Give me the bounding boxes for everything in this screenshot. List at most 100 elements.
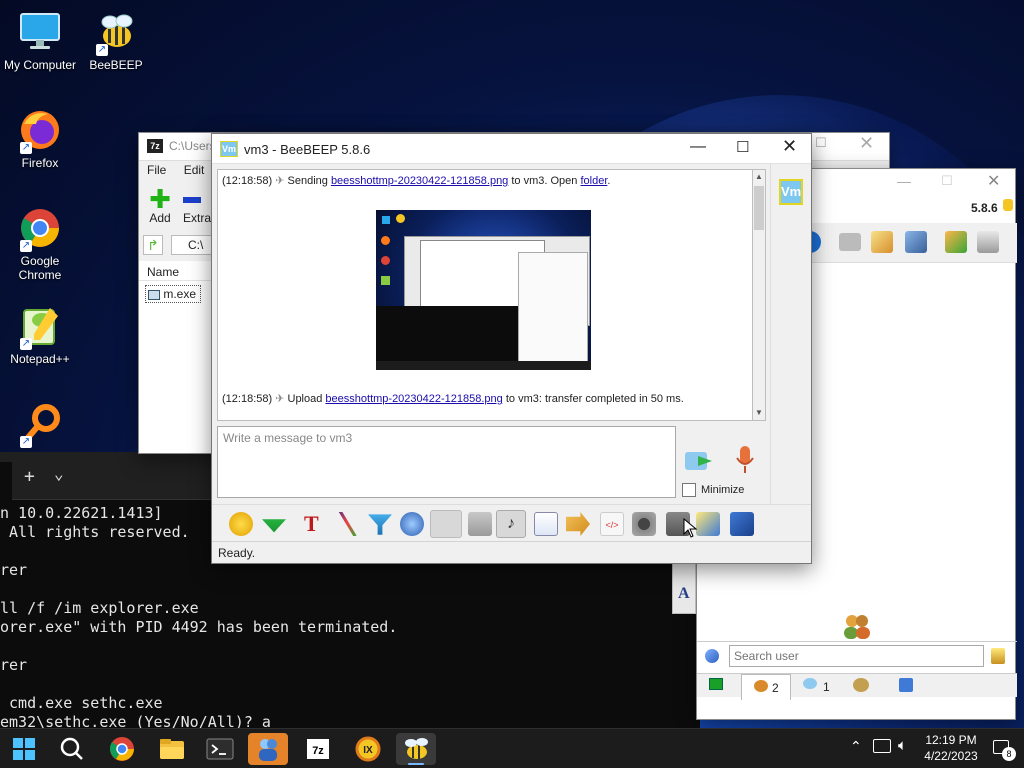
- screenshot-icon[interactable]: [632, 512, 656, 536]
- taskbar-chrome-icon[interactable]: [102, 733, 142, 765]
- desktop-icon-label: BeeBEEP: [89, 58, 143, 72]
- minimize-icon[interactable]: —: [897, 173, 911, 189]
- maximize-icon[interactable]: ☐: [815, 135, 827, 151]
- beebeep-chat-window[interactable]: Vm vm3 - BeeBEEP 5.8.6 — ☐ ✕ (12:18:58) …: [211, 133, 812, 564]
- message-text: to vm3: transfer completed in 50 ms.: [505, 393, 684, 405]
- 7zip-menu-bar: File Edit: [147, 163, 218, 177]
- message-history[interactable]: (12:18:58) ✈ Sending beesshottmp-2023042…: [217, 169, 764, 421]
- tab-groups[interactable]: [839, 674, 885, 696]
- update-icon[interactable]: [945, 231, 967, 253]
- message-scrollbar[interactable]: ▲ ▼: [752, 169, 766, 421]
- groups-tab-icon: [853, 678, 869, 692]
- svg-text:IX: IX: [363, 745, 373, 756]
- emoticon-icon[interactable]: [229, 512, 253, 536]
- start-button[interactable]: [4, 733, 44, 765]
- desktop-icon-google-chrome[interactable]: ↗ Google Chrome: [0, 206, 80, 282]
- maximize-icon[interactable]: ☐: [736, 138, 749, 156]
- terminal-active-tab[interactable]: [0, 462, 12, 500]
- chrome-icon: ↗: [18, 206, 62, 252]
- address-path: C:\: [188, 238, 204, 252]
- taskbar-ix-icon[interactable]: IX: [348, 733, 388, 765]
- scroll-up-icon[interactable]: ▲: [755, 172, 763, 181]
- word-complete-icon[interactable]: [468, 512, 492, 536]
- edit-icon[interactable]: [871, 231, 893, 253]
- tab-chats[interactable]: 1: [793, 674, 839, 696]
- clock-time[interactable]: 12:19 PM: [918, 733, 984, 747]
- tab-users[interactable]: 2: [741, 674, 791, 700]
- desktop-icon-my-computer[interactable]: My Computer: [0, 10, 80, 72]
- mouse-cursor: [683, 517, 698, 538]
- settings-gear-icon[interactable]: [400, 512, 424, 536]
- font-style-icon[interactable]: T: [304, 512, 328, 536]
- taskbar-beebeep-icon[interactable]: [396, 733, 436, 765]
- network-icon[interactable]: [873, 739, 891, 753]
- extract-button[interactable]: Extra: [183, 187, 213, 225]
- filter-icon[interactable]: [368, 514, 392, 535]
- status-online-icon[interactable]: [709, 678, 723, 690]
- tab-users-count: 2: [772, 681, 779, 695]
- search-icon[interactable]: [52, 733, 92, 765]
- menu-edit[interactable]: Edit: [184, 163, 205, 177]
- close-icon[interactable]: ✕: [782, 136, 797, 157]
- desktop-icon-label: Google Chrome: [18, 254, 62, 282]
- save-chat-icon[interactable]: [534, 512, 558, 536]
- file-link[interactable]: beesshottmp-20230422-121858.png: [325, 393, 502, 405]
- add-button[interactable]: ✚ Add: [147, 186, 173, 225]
- detach-icon[interactable]: [730, 512, 754, 536]
- desktop-icon-notepad-plus-plus[interactable]: ↗ Notepad++: [0, 304, 80, 366]
- maximize-icon[interactable]: ☐: [941, 173, 953, 189]
- file-row[interactable]: m.exe: [145, 285, 201, 303]
- taskbar-7zip-icon[interactable]: 7z: [298, 733, 338, 765]
- code-icon[interactable]: </>: [600, 512, 624, 536]
- file-link[interactable]: beesshottmp-20230422-121858.png: [331, 175, 508, 187]
- column-header-name[interactable]: Name: [139, 261, 213, 281]
- spellcheck-button[interactable]: [430, 510, 462, 538]
- close-icon[interactable]: ✕: [859, 133, 874, 154]
- clear-search-icon[interactable]: [991, 648, 1005, 664]
- microphone-icon[interactable]: [734, 444, 756, 476]
- screenshot-thumbnail[interactable]: [376, 210, 591, 370]
- open-folder-link[interactable]: folder: [580, 175, 607, 187]
- desktop-icon-search-tool[interactable]: ↗: [0, 402, 80, 450]
- chevron-up-icon[interactable]: ⌃: [850, 738, 862, 755]
- taskbar-users-app-icon[interactable]: [248, 733, 288, 765]
- scroll-down-icon[interactable]: ▼: [755, 408, 763, 417]
- home-icon[interactable]: [839, 233, 861, 251]
- chat-window-title: vm3 - BeeBEEP 5.8.6: [244, 142, 371, 157]
- font-color-icon[interactable]: [338, 512, 357, 536]
- search-user-input[interactable]: [729, 645, 984, 667]
- send-button[interactable]: [684, 446, 716, 476]
- contacts-toolbar: [807, 223, 1017, 263]
- terminal-line: ll /f /im explorer.exe: [0, 599, 199, 617]
- send-file-icon[interactable]: [566, 512, 590, 536]
- print-icon[interactable]: [696, 512, 720, 536]
- search-settings-icon[interactable]: [705, 649, 719, 663]
- menu-file[interactable]: File: [147, 163, 166, 177]
- new-tab-button[interactable]: +: [24, 466, 35, 487]
- bee-mini-icon: [1003, 199, 1013, 211]
- tab-dropdown-button[interactable]: ⌄: [54, 464, 64, 483]
- desktop-icon-beebeep[interactable]: ↗ BeeBEEP: [76, 10, 156, 72]
- tools-icon[interactable]: [905, 231, 927, 253]
- chat-window-icon: Vm: [220, 141, 238, 157]
- clock-date[interactable]: 4/22/2023: [918, 749, 984, 763]
- terminal-icon[interactable]: [200, 733, 240, 765]
- minimize-checkbox[interactable]: [682, 483, 696, 497]
- up-folder-icon[interactable]: ↱: [143, 235, 163, 255]
- message-text: to vm3. Open: [511, 175, 578, 187]
- tab-shares[interactable]: [885, 674, 931, 696]
- file-explorer-icon[interactable]: [152, 733, 192, 765]
- message-input[interactable]: Write a message to vm3: [217, 426, 676, 498]
- emoticon-dropdown-icon[interactable]: [262, 519, 286, 533]
- minimize-icon[interactable]: —: [690, 138, 706, 156]
- desktop-icon-firefox[interactable]: ↗ Firefox: [0, 108, 80, 170]
- volume-icon[interactable]: 🔈︎: [898, 737, 907, 754]
- exe-file-icon: [148, 289, 160, 300]
- trash-icon[interactable]: [977, 231, 999, 253]
- font-icon[interactable]: A: [678, 585, 690, 603]
- close-icon[interactable]: ✕: [987, 171, 1000, 191]
- svg-text:7z: 7z: [312, 745, 324, 757]
- minus-icon: [183, 197, 201, 203]
- sound-toggle-button[interactable]: ♪: [496, 510, 526, 538]
- scroll-thumb[interactable]: [754, 186, 764, 230]
